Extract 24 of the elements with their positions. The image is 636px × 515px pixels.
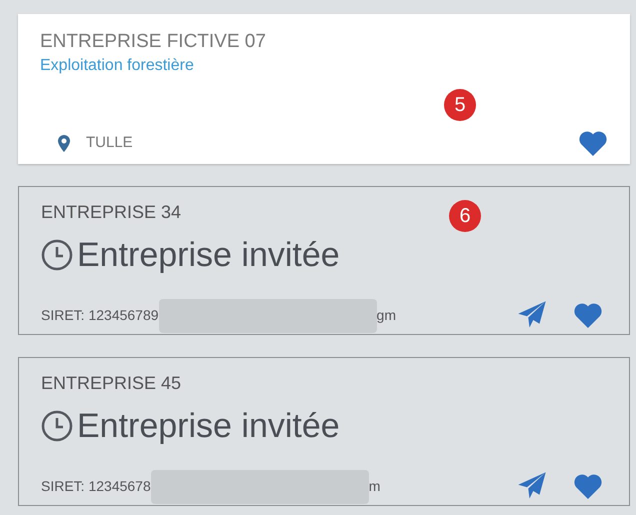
status-label: Entreprise invitée	[77, 235, 340, 275]
paper-plane-icon[interactable]	[517, 300, 547, 330]
paper-plane-icon[interactable]	[517, 471, 547, 501]
heart-icon[interactable]	[573, 473, 603, 499]
count-badge: 6	[449, 200, 481, 232]
heart-icon[interactable]	[578, 130, 608, 156]
company-card[interactable]: ENTREPRISE 45 Entreprise invitée SIRET: 12345678 m	[18, 357, 630, 506]
siret-label: SIRET: 12345678	[41, 476, 151, 496]
location-pin-icon	[58, 134, 70, 152]
clock-icon	[41, 239, 73, 271]
count-badge: 5	[444, 89, 476, 121]
activity-label: Exploitation forestière	[40, 56, 195, 76]
company-name: ENTREPRISE 45	[41, 372, 182, 395]
status-label: Entreprise invitée	[77, 406, 340, 446]
clock-icon	[41, 410, 73, 442]
company-name: ENTREPRISE FICTIVE 07	[40, 30, 267, 54]
siret-fragment: gm	[376, 306, 396, 325]
company-card[interactable]: ENTREPRISE 34 Entreprise invitée SIRET: 123456789 gm 6	[18, 186, 630, 335]
company-name: ENTREPRISE 34	[41, 201, 182, 224]
location-label: TULLE	[86, 132, 133, 153]
company-card[interactable]: ENTREPRISE FICTIVE 07 Exploitation forestière TULLE 5	[18, 14, 630, 164]
heart-icon[interactable]	[573, 302, 603, 328]
siret-fragment: m	[368, 476, 380, 496]
siret-label: SIRET: 123456789	[41, 306, 159, 324]
